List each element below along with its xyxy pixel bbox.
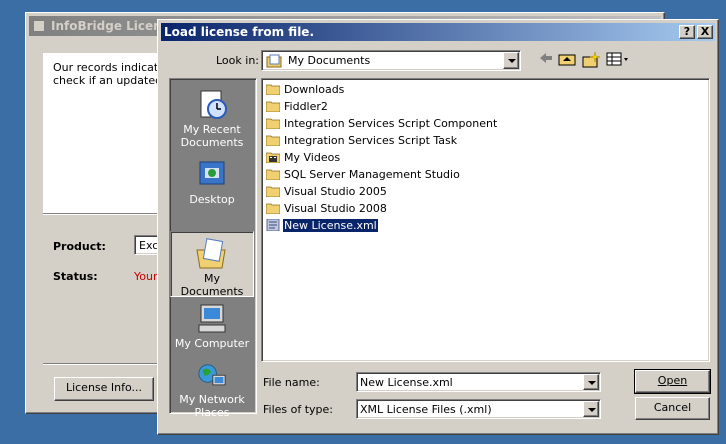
file-name: Visual Studio 2008	[284, 202, 387, 215]
back-arrow-icon[interactable]	[536, 52, 556, 70]
look-in-label: Look in:	[216, 54, 259, 67]
file-type-label: Files of type:	[263, 403, 334, 416]
file-name: Downloads	[284, 83, 345, 96]
chevron-down-icon[interactable]	[583, 374, 599, 390]
place-label: My Documents	[180, 272, 244, 298]
file-name-label: File name:	[263, 376, 320, 389]
open-button-label: Open	[657, 374, 688, 387]
open-button[interactable]: Open	[634, 369, 711, 394]
look-in-dropdown[interactable]: My Documents	[261, 50, 521, 71]
dialog-title-bar[interactable]: Load license from file. ? X	[161, 23, 715, 41]
file-type-dropdown[interactable]: XML License Files (.xml)	[356, 399, 601, 419]
chevron-down-icon[interactable]	[583, 401, 599, 417]
my-documents-small-icon	[266, 54, 282, 68]
file-list[interactable]: Downloads Fiddler2 Integration Services …	[261, 78, 710, 362]
xml-file-icon	[266, 219, 280, 231]
up-one-level-icon[interactable]	[557, 52, 577, 70]
folder-icon	[266, 101, 280, 112]
status-label: Status:	[53, 270, 98, 283]
dialog-title: Load license from file.	[164, 25, 315, 39]
file-name: SQL Server Management Studio	[284, 168, 460, 181]
list-item[interactable]: SQL Server Management Studio	[266, 167, 461, 183]
my-documents-icon	[196, 238, 226, 269]
desktop-icon	[199, 161, 225, 185]
close-button[interactable]: X	[697, 25, 713, 39]
help-button[interactable]: ?	[679, 25, 695, 39]
network-places-icon	[198, 364, 226, 386]
folder-icon	[266, 203, 280, 214]
file-name: Fiddler2	[284, 100, 328, 113]
list-item[interactable]: Integration Services Script Component	[266, 116, 498, 132]
recent-documents-icon	[200, 90, 227, 119]
list-item[interactable]: My Videos	[266, 150, 341, 166]
list-item[interactable]: Fiddler2	[266, 99, 329, 115]
file-name-input[interactable]: New License.xml	[356, 372, 601, 392]
look-in-value: My Documents	[288, 54, 371, 67]
place-label: My Network Places	[179, 393, 245, 419]
cancel-button[interactable]: Cancel	[635, 397, 710, 420]
place-label: My Recent Documents	[180, 123, 244, 149]
place-my-documents[interactable]: My Documents	[170, 231, 254, 298]
file-name: Integration Services Script Task	[284, 134, 458, 147]
file-name: Visual Studio 2005	[284, 185, 387, 198]
new-folder-icon[interactable]	[581, 51, 601, 70]
places-bar: My Recent Documents Desktop My Documents	[169, 78, 257, 419]
folder-icon	[266, 186, 280, 197]
file-name: Integration Services Script Component	[284, 117, 498, 130]
product-label: Product:	[53, 240, 106, 253]
place-my-computer[interactable]: My Computer	[170, 297, 254, 361]
license-info-button[interactable]: License Info...	[54, 377, 154, 401]
views-menu-icon[interactable]	[605, 52, 631, 70]
list-item[interactable]: Integration Services Script Task	[266, 133, 458, 149]
video-folder-icon	[266, 152, 280, 163]
place-desktop[interactable]: Desktop	[170, 153, 254, 217]
status-value: Your	[134, 270, 158, 283]
file-type-value: XML License Files (.xml)	[360, 403, 492, 416]
list-item[interactable]: Visual Studio 2005	[266, 184, 388, 200]
app-icon	[33, 20, 45, 32]
chevron-down-icon[interactable]	[503, 52, 519, 69]
records-message-text: Our records indicate t check if an updat…	[53, 61, 173, 87]
my-computer-icon	[198, 304, 226, 333]
place-network-places[interactable]: My Network Places	[170, 361, 254, 419]
file-name: My Videos	[284, 151, 341, 164]
folder-icon	[266, 135, 280, 146]
file-name-value: New License.xml	[360, 376, 453, 389]
file-name: New License.xml	[282, 218, 379, 233]
list-item[interactable]: Downloads	[266, 82, 345, 98]
folder-icon	[266, 118, 280, 129]
folder-icon	[266, 169, 280, 180]
list-item-selected[interactable]: New License.xml	[266, 218, 379, 234]
place-recent-documents[interactable]: My Recent Documents	[170, 83, 254, 149]
list-item[interactable]: Visual Studio 2008	[266, 201, 388, 217]
load-license-dialog: Load license from file. ? X Look in: My …	[157, 19, 719, 435]
place-label: My Computer	[174, 337, 250, 350]
place-label: Desktop	[189, 193, 235, 206]
folder-icon	[266, 84, 280, 95]
